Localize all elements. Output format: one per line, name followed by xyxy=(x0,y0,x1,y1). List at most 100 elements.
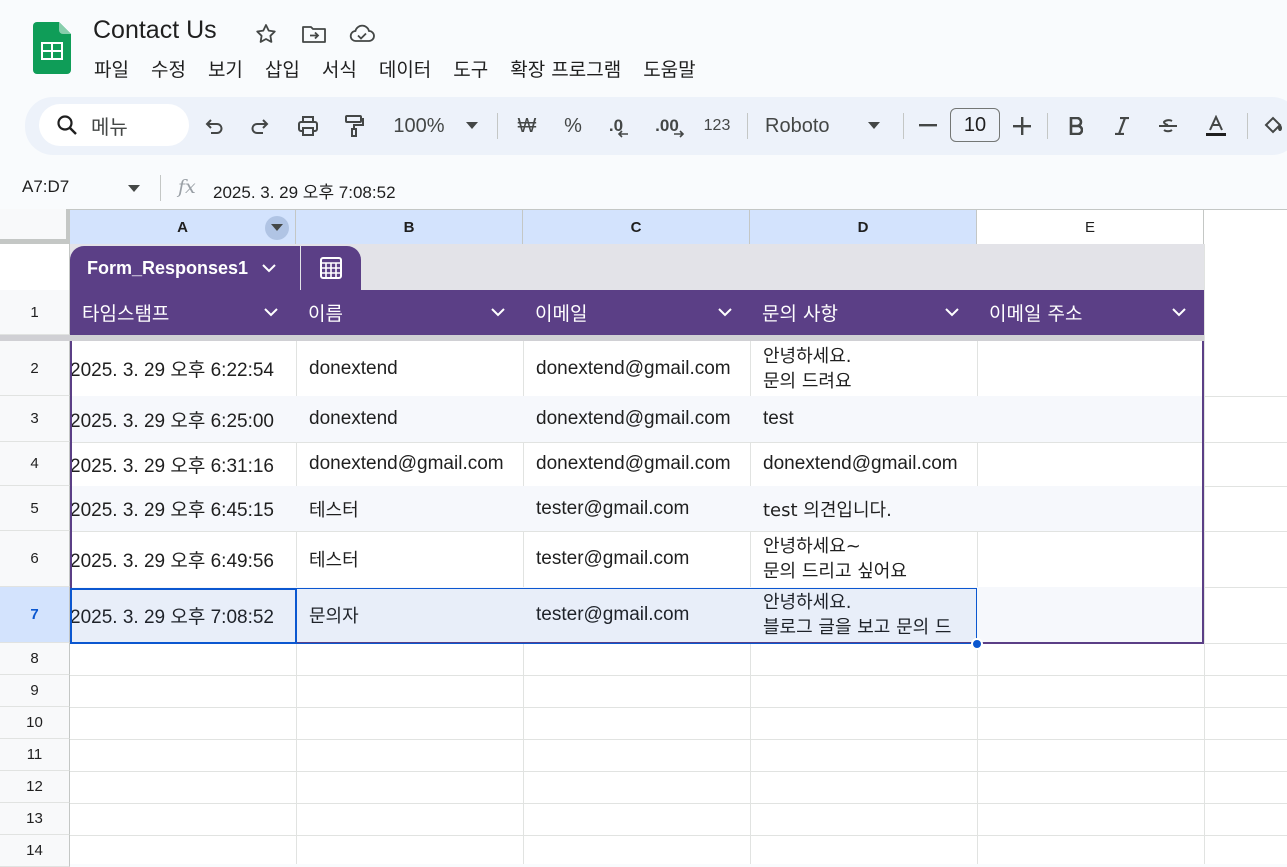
text-color-icon[interactable] xyxy=(1199,97,1233,155)
chevron-down-icon[interactable] xyxy=(1171,304,1187,320)
italic-icon[interactable] xyxy=(1107,97,1137,155)
table-cell[interactable]: tester@gmail.com xyxy=(536,486,748,531)
fill-color-icon[interactable] xyxy=(1259,97,1287,155)
table-cell[interactable]: test xyxy=(763,396,975,442)
spreadsheet-grid[interactable]: A B C D E 1 2 3 4 5 6 7 8 9 10 11 12 13 … xyxy=(0,209,1287,867)
row-header-7[interactable]: 7 xyxy=(0,587,70,643)
name-box[interactable]: A7:D7 xyxy=(22,177,69,197)
font-size-input[interactable]: 10 xyxy=(950,108,1000,142)
font-size-increase-icon[interactable] xyxy=(1007,97,1037,155)
table-cell-multiline[interactable]: 안녕하세요. 블로그 글을 보고 문의 드 xyxy=(763,587,975,643)
table-cell[interactable]: donextend@gmail.com xyxy=(536,341,748,396)
row-header-14[interactable]: 14 xyxy=(0,835,70,867)
chevron-down-icon[interactable] xyxy=(490,304,506,320)
row-header-4[interactable]: 4 xyxy=(0,442,70,486)
row-header-8[interactable]: 8 xyxy=(0,643,70,675)
row-header-6[interactable]: 6 xyxy=(0,531,70,587)
document-title[interactable]: Contact Us xyxy=(93,16,217,45)
table-cell[interactable]: 문의자 xyxy=(309,587,521,643)
column-header-c[interactable]: C xyxy=(523,210,750,244)
menu-file[interactable]: 파일 xyxy=(88,53,135,84)
select-all-corner[interactable] xyxy=(0,209,70,243)
table-cell[interactable]: 2025. 3. 29 오후 6:31:16 xyxy=(70,442,295,486)
row-header-13[interactable]: 13 xyxy=(0,803,70,835)
number-format-button[interactable]: 123 xyxy=(697,97,737,155)
table-cell[interactable]: donextend@gmail.com xyxy=(763,442,975,486)
table-cell[interactable]: 2025. 3. 29 오후 6:45:15 xyxy=(70,486,295,531)
row-header-3[interactable]: 3 xyxy=(0,396,70,442)
cloud-saved-icon[interactable] xyxy=(348,20,376,48)
table-cell[interactable]: donextend@gmail.com xyxy=(536,396,748,442)
table-header-email[interactable]: 이메일 xyxy=(523,290,750,335)
row-header-10[interactable]: 10 xyxy=(0,707,70,739)
table-header-name[interactable]: 이름 xyxy=(296,290,523,335)
print-icon[interactable] xyxy=(291,97,325,155)
table-cell-multiline[interactable]: 안녕하세요~ 문의 드리고 싶어요 xyxy=(763,531,975,587)
row-header-5[interactable]: 5 xyxy=(0,486,70,531)
row-header-1[interactable]: 1 xyxy=(0,290,70,335)
table-cell[interactable]: 2025. 3. 29 오후 7:08:52 xyxy=(70,587,295,643)
menu-data[interactable]: 데이터 xyxy=(373,53,437,84)
table-cell[interactable]: donextend xyxy=(309,396,521,442)
paint-format-icon[interactable] xyxy=(337,97,371,155)
decrease-decimal-button[interactable]: .0 xyxy=(601,97,637,155)
column-header-e[interactable]: E xyxy=(977,210,1204,244)
table-cell[interactable]: 테스터 xyxy=(309,486,521,531)
menu-help[interactable]: 도움말 xyxy=(637,53,701,84)
table-cell[interactable]: 테스터 xyxy=(309,531,521,587)
menu-view[interactable]: 보기 xyxy=(202,53,249,84)
menu-insert[interactable]: 삽입 xyxy=(259,53,306,84)
table-settings-icon[interactable] xyxy=(301,246,361,290)
name-box-dropdown-icon[interactable] xyxy=(128,180,140,198)
increase-decimal-button[interactable]: .00 xyxy=(649,97,691,155)
formula-input[interactable]: 2025. 3. 29 오후 7:08:52 xyxy=(213,178,396,203)
column-header-a[interactable]: A xyxy=(70,210,296,244)
table-cell-multiline[interactable]: 안녕하세요. 문의 드려요 xyxy=(763,341,975,396)
table-cell[interactable]: tester@gmail.com xyxy=(536,587,748,643)
menu-tools[interactable]: 도구 xyxy=(447,53,494,84)
table-cell[interactable]: 2025. 3. 29 오후 6:22:54 xyxy=(70,341,295,396)
percent-format-button[interactable]: % xyxy=(557,97,589,155)
bold-icon[interactable] xyxy=(1061,97,1091,155)
menu-bar: 파일 수정 보기 삽입 서식 데이터 도구 확장 프로그램 도움말 xyxy=(88,53,712,84)
row-header-11[interactable]: 11 xyxy=(0,739,70,771)
table-cell[interactable]: test 의견입니다. xyxy=(763,486,975,531)
table-cell[interactable]: donextend@gmail.com xyxy=(309,442,521,486)
table-cell[interactable]: donextend xyxy=(309,341,521,396)
table-cell[interactable]: 2025. 3. 29 오후 6:25:00 xyxy=(70,396,295,442)
redo-icon[interactable] xyxy=(243,97,277,155)
table-header-email-address[interactable]: 이메일 주소 xyxy=(977,290,1204,335)
row-header-2[interactable]: 2 xyxy=(0,341,70,396)
column-header-d[interactable]: D xyxy=(750,210,977,244)
chevron-down-icon[interactable] xyxy=(717,304,733,320)
strikethrough-icon[interactable] xyxy=(1153,97,1183,155)
currency-format-button[interactable]: ₩ xyxy=(511,97,543,155)
sheets-logo-icon[interactable] xyxy=(33,22,71,74)
menu-format[interactable]: 서식 xyxy=(316,53,363,84)
table-cell[interactable]: 2025. 3. 29 오후 6:49:56 xyxy=(70,531,295,587)
menu-search-input[interactable]: 메뉴 xyxy=(39,104,189,146)
table-cell[interactable]: donextend@gmail.com xyxy=(536,442,748,486)
font-dropdown-icon[interactable] xyxy=(863,97,885,155)
chevron-down-icon[interactable] xyxy=(263,304,279,320)
column-header-b[interactable]: B xyxy=(296,210,523,244)
row-header-9[interactable]: 9 xyxy=(0,675,70,707)
zoom-dropdown-icon[interactable] xyxy=(461,97,483,155)
cell-line: 안녕하세요. xyxy=(763,345,852,367)
font-size-decrease-icon[interactable] xyxy=(913,97,943,155)
table-cell[interactable]: tester@gmail.com xyxy=(536,531,748,587)
menu-edit[interactable]: 수정 xyxy=(145,53,192,84)
fill-handle[interactable] xyxy=(971,638,983,650)
table-header-inquiry[interactable]: 문의 사항 xyxy=(750,290,977,335)
column-a-dropdown-icon[interactable] xyxy=(265,216,289,240)
star-icon[interactable] xyxy=(252,20,280,48)
column-header-f[interactable] xyxy=(1204,210,1287,244)
chevron-down-icon[interactable] xyxy=(944,304,960,320)
menu-extensions[interactable]: 확장 프로그램 xyxy=(504,53,627,84)
row-header-12[interactable]: 12 xyxy=(0,771,70,803)
table-name-tab[interactable]: Form_Responses1 xyxy=(70,246,300,290)
zoom-select[interactable]: 100% xyxy=(383,97,455,155)
move-folder-icon[interactable] xyxy=(300,20,328,48)
font-family-select[interactable]: Roboto xyxy=(765,97,845,155)
undo-icon[interactable] xyxy=(197,97,231,155)
